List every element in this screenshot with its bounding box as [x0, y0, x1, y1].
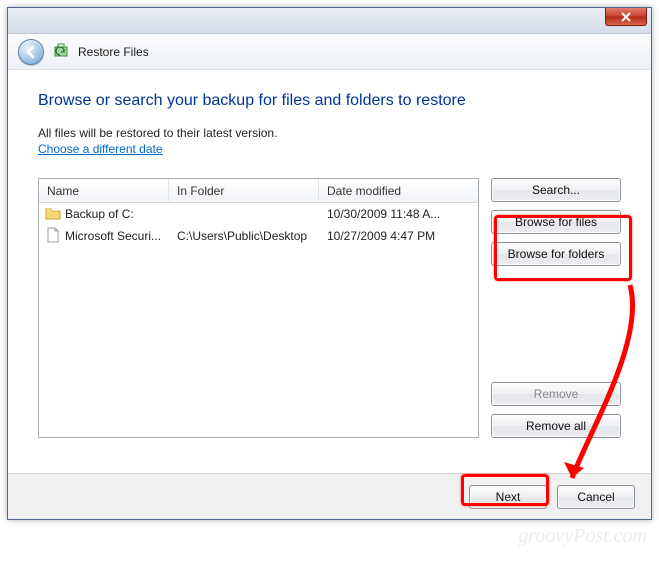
list-header: Name In Folder Date modified — [39, 179, 478, 203]
file-list: Name In Folder Date modified Backup of C… — [38, 178, 479, 438]
subtext: All files will be restored to their late… — [38, 126, 621, 140]
list-body: Backup of C: 10/30/2009 11:48 A... Micro… — [39, 203, 478, 437]
column-header-folder[interactable]: In Folder — [169, 179, 319, 202]
header-row: Restore Files — [8, 34, 651, 70]
close-button[interactable] — [605, 8, 647, 26]
file-icon — [45, 227, 61, 246]
row-folder: C:\Users\Public\Desktop — [169, 229, 319, 243]
side-buttons: Search... Browse for files Browse for fo… — [491, 178, 621, 438]
table-row[interactable]: Microsoft Securi... C:\Users\Public\Desk… — [39, 225, 478, 247]
watermark: groovyPost.com — [518, 525, 647, 548]
remove-button[interactable]: Remove — [491, 382, 621, 406]
search-button[interactable]: Search... — [491, 178, 621, 202]
remove-all-button[interactable]: Remove all — [491, 414, 621, 438]
column-header-date[interactable]: Date modified — [319, 179, 478, 202]
column-header-name[interactable]: Name — [39, 179, 169, 202]
window-frame: Restore Files Browse or search your back… — [7, 7, 652, 520]
back-button[interactable] — [18, 39, 44, 65]
row-name: Backup of C: — [65, 207, 134, 221]
row-date: 10/30/2009 11:48 A... — [319, 207, 478, 221]
browse-folders-button[interactable]: Browse for folders — [491, 242, 621, 266]
titlebar — [8, 8, 651, 34]
footer: Next Cancel — [8, 473, 651, 519]
row-name: Microsoft Securi... — [65, 229, 161, 243]
content-area: Browse or search your backup for files a… — [8, 70, 651, 456]
main-area: Name In Folder Date modified Backup of C… — [38, 178, 621, 438]
window-title: Restore Files — [78, 45, 149, 59]
cancel-button[interactable]: Cancel — [557, 485, 635, 509]
browse-files-button[interactable]: Browse for files — [491, 210, 621, 234]
close-icon — [620, 12, 632, 22]
folder-icon — [45, 205, 61, 224]
row-date: 10/27/2009 4:47 PM — [319, 229, 478, 243]
table-row[interactable]: Backup of C: 10/30/2009 11:48 A... — [39, 203, 478, 225]
page-heading: Browse or search your backup for files a… — [38, 92, 621, 110]
restore-files-icon — [52, 41, 70, 62]
choose-date-link[interactable]: Choose a different date — [38, 142, 163, 156]
back-arrow-icon — [24, 45, 38, 59]
next-button[interactable]: Next — [469, 485, 547, 509]
